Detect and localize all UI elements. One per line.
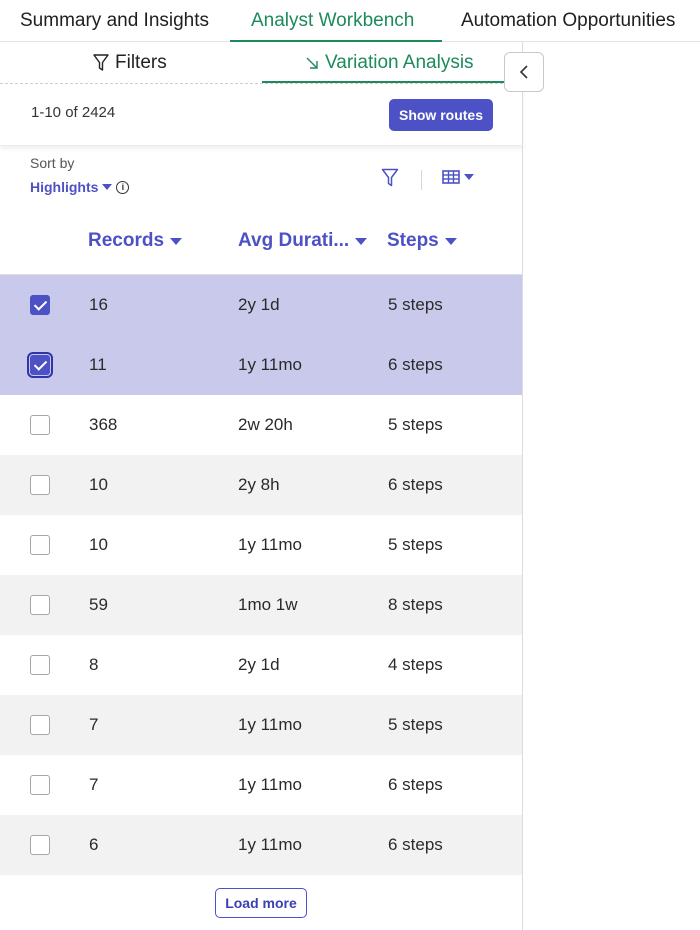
records-cell: 10 [89, 475, 108, 494]
show-routes-button[interactable]: Show routes [389, 99, 493, 131]
duration-cell: 1y 11mo [238, 535, 302, 554]
duration-cell: 1y 11mo [238, 715, 302, 734]
row-checkbox[interactable] [30, 535, 50, 555]
variation-table: 16 2y 1d 5 steps 11 1y 11mo 6 steps 368 … [0, 274, 522, 875]
top-tab-bar: Summary and Insights Analyst Workbench A… [0, 0, 700, 42]
records-cell: 7 [89, 715, 99, 734]
records-cell: 59 [89, 595, 108, 614]
tab-analyst-workbench[interactable]: Analyst Workbench [251, 0, 414, 42]
info-icon[interactable]: i [116, 180, 130, 194]
table-row[interactable]: 10 1y 11mo 5 steps [0, 515, 522, 575]
filter-icon [93, 54, 109, 71]
collapse-panel-button[interactable] [504, 52, 544, 92]
table-icon [442, 170, 460, 184]
sort-value: Highlights [30, 179, 99, 195]
tab-filters-label: Filters [115, 52, 167, 73]
records-cell: 7 [89, 775, 99, 794]
table-row[interactable]: 6 1y 11mo 6 steps [0, 815, 522, 875]
duration-cell: 1y 11mo [238, 355, 302, 374]
tab-summary-and-insights[interactable]: Summary and Insights [20, 0, 209, 42]
table-row[interactable]: 368 2w 20h 5 steps [0, 395, 522, 455]
records-cell: 11 [89, 355, 107, 374]
records-cell: 16 [89, 295, 108, 314]
records-cell: 368 [89, 415, 118, 434]
steps-cell: 4 steps [388, 655, 443, 674]
row-checkbox[interactable] [30, 595, 50, 615]
chevron-left-icon [519, 65, 528, 79]
column-header-avg-duration[interactable]: Avg Durati... [238, 230, 368, 252]
column-header-records[interactable]: Records [88, 230, 183, 252]
duration-cell: 1y 11mo [238, 775, 302, 794]
row-checkbox[interactable] [30, 415, 50, 435]
caret-down-icon [464, 174, 474, 180]
results-toolbar: 1-10 of 2424 Show routes [0, 84, 523, 146]
column-picker-button[interactable] [442, 170, 474, 184]
sort-label: Sort by [30, 155, 75, 171]
row-checkbox[interactable] [30, 475, 50, 495]
tab-variation-analysis[interactable]: Variation Analysis [305, 42, 474, 84]
column-header-label: Avg Durati... [238, 230, 350, 251]
steps-cell: 6 steps [388, 475, 443, 494]
row-checkbox[interactable] [30, 775, 50, 795]
row-checkbox[interactable] [30, 715, 50, 735]
steps-cell: 8 steps [388, 595, 443, 614]
records-cell: 8 [89, 655, 99, 674]
steps-cell: 6 steps [388, 355, 443, 374]
duration-cell: 2y 1d [238, 295, 280, 314]
row-checkbox[interactable] [30, 655, 50, 675]
tab-filters[interactable]: Filters [93, 42, 167, 84]
filter-icon[interactable] [381, 168, 399, 188]
sort-caret-icon [170, 237, 183, 245]
steps-cell: 5 steps [388, 715, 443, 734]
steps-cell: 5 steps [388, 415, 443, 434]
table-row[interactable]: 59 1mo 1w 8 steps [0, 575, 522, 635]
tab-variation-analysis-label: Variation Analysis [325, 52, 474, 73]
table-row[interactable]: 10 2y 8h 6 steps [0, 455, 522, 515]
table-row[interactable]: 8 2y 1d 4 steps [0, 635, 522, 695]
steps-cell: 6 steps [388, 775, 443, 794]
duration-cell: 1y 11mo [238, 835, 302, 854]
table-row[interactable]: 7 1y 11mo 6 steps [0, 755, 522, 815]
steps-cell: 5 steps [388, 295, 443, 314]
column-header-label: Records [88, 230, 165, 251]
duration-cell: 2y 1d [238, 655, 280, 674]
table-row[interactable]: 16 2y 1d 5 steps [0, 275, 522, 335]
load-more-button[interactable]: Load more [215, 888, 307, 918]
steps-cell: 5 steps [388, 535, 443, 554]
table-row[interactable]: 7 1y 11mo 5 steps [0, 695, 522, 755]
duration-cell: 2y 8h [238, 475, 280, 494]
column-header-steps[interactable]: Steps [387, 230, 457, 252]
row-checkbox[interactable] [30, 295, 50, 315]
sort-dropdown[interactable]: Highlights i [30, 179, 130, 195]
results-count: 1-10 of 2424 [31, 104, 116, 121]
variation-panel: Filters Variation Analysis 1-10 of 2424 … [0, 42, 523, 930]
column-header-label: Steps [387, 230, 439, 251]
caret-down-icon [102, 184, 113, 190]
duration-cell: 2w 20h [238, 415, 293, 434]
steps-cell: 6 steps [388, 835, 443, 854]
tab-automation-opportunities[interactable]: Automation Opportunities [461, 0, 675, 42]
arrow-down-right-icon [306, 57, 318, 69]
sort-caret-icon [444, 237, 457, 245]
records-cell: 10 [89, 535, 108, 554]
duration-cell: 1mo 1w [238, 595, 298, 614]
sort-caret-icon [355, 237, 368, 245]
toolbar-divider [421, 170, 422, 190]
row-checkbox[interactable] [30, 835, 50, 855]
row-checkbox[interactable] [27, 352, 53, 378]
records-cell: 6 [89, 835, 99, 854]
active-subtab-indicator [262, 81, 505, 83]
sub-tab-bar: Filters Variation Analysis [0, 42, 523, 84]
table-row[interactable]: 11 1y 11mo 6 steps [0, 335, 522, 395]
